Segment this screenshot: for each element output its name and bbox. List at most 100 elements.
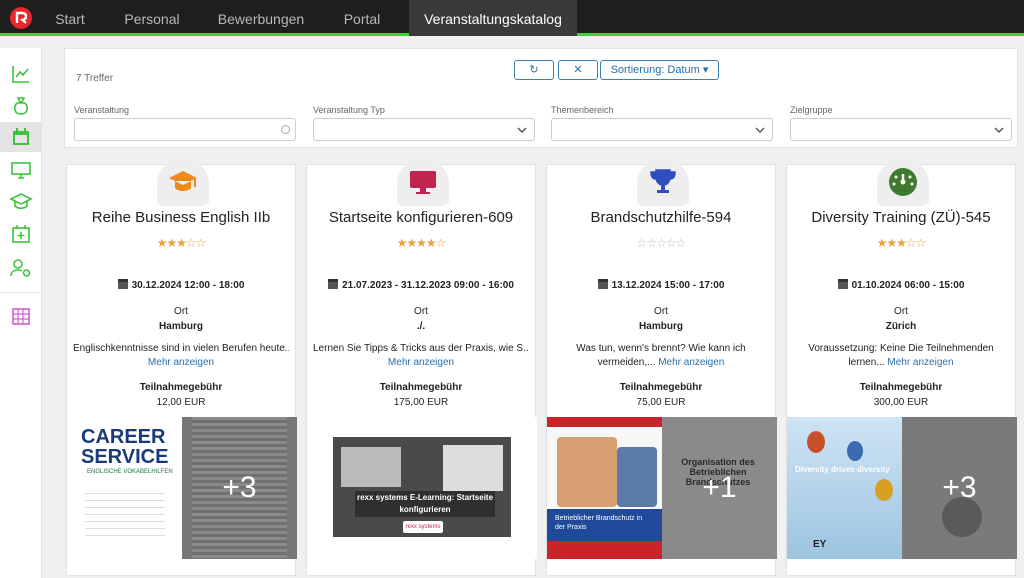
event-description: Lernen Sie Tipps & Tricks aus der Praxis…: [313, 342, 529, 370]
location-value: Hamburg: [639, 321, 683, 332]
rating-stars: ☆☆☆☆☆: [636, 236, 687, 250]
monitor-icon[interactable]: [9, 158, 33, 182]
clear-filter-button[interactable]: ✕: [558, 60, 598, 80]
event-card[interactable]: Diversity Training (ZÜ)-545 ★★★☆☆ 01.10.…: [786, 158, 1017, 576]
refresh-button[interactable]: ↻: [514, 60, 554, 80]
chevron-down-icon: [517, 127, 527, 134]
category-badge: [637, 158, 689, 206]
event-card[interactable]: Reihe Business English IIb ★★★☆☆ 30.12.2…: [66, 158, 297, 576]
media-more-thumbnail[interactable]: Organisation des Betrieblichen Brandschu…: [662, 417, 777, 559]
graduation-cap-icon[interactable]: [9, 190, 33, 214]
category-badge: [397, 158, 449, 206]
description-text: Lernen Sie Tipps & Tricks aus der Praxis…: [313, 343, 529, 354]
veranstaltung-typ-select[interactable]: [313, 118, 535, 141]
event-description: Voraussetzung: Keine Die Teilnehmenden l…: [793, 342, 1009, 370]
chevron-down-icon: [994, 127, 1004, 134]
event-title[interactable]: Diversity Training (ZÜ)-545: [787, 209, 1015, 226]
laptop-image: [341, 447, 401, 487]
users-gear-icon[interactable]: [9, 256, 33, 280]
photo-person: [617, 447, 657, 507]
media-thumbnail[interactable]: CAREER SERVICE ENGLISCHE VOKABELHILFEN: [67, 417, 182, 559]
event-media-gallery[interactable]: rexx systems E-Learning: Startseite konf…: [307, 417, 537, 559]
event-date: 13.12.2024 15:00 - 17:00: [547, 279, 775, 291]
calendar-icon[interactable]: [0, 122, 42, 152]
filter-label-typ: Veranstaltung Typ: [313, 105, 385, 115]
event-date-text: 30.12.2024 12:00 - 18:00: [131, 280, 245, 291]
location-label: Ort: [414, 306, 428, 317]
zielgruppe-select[interactable]: [790, 118, 1012, 141]
location-label: Ort: [894, 306, 908, 317]
sort-label: Sortierung: Datum: [610, 64, 700, 76]
more-images-count: +1: [702, 471, 737, 504]
themenbereich-select[interactable]: [551, 118, 773, 141]
show-more-link[interactable]: Mehr anzeigen: [887, 357, 953, 368]
fee-label: Teilnahmegebühr: [619, 382, 703, 393]
more-images-count: +3: [942, 471, 977, 504]
image-title: rexx systems E-Learning: Startseite konf…: [355, 491, 495, 517]
photo-person: [557, 437, 617, 507]
image-title: Diversity drives diversity: [795, 465, 890, 474]
tab-personal[interactable]: Personal: [110, 0, 194, 36]
media-thumbnail[interactable]: Diversity drives diversity EY: [787, 417, 902, 559]
balloon-image: [847, 441, 863, 461]
fee-label: Teilnahmegebühr: [379, 382, 463, 393]
calendar-icon: [837, 279, 848, 289]
gauge-icon: [889, 168, 917, 196]
show-more-link[interactable]: Mehr anzeigen: [148, 357, 214, 368]
event-title[interactable]: Brandschutzhilfe-594: [547, 209, 775, 226]
event-date-text: 01.10.2024 06:00 - 15:00: [851, 280, 965, 291]
chart-line-icon[interactable]: [9, 62, 33, 86]
tab-portal[interactable]: Portal: [328, 0, 396, 36]
event-description: Was tun, wenn's brennt? Wie kann ich ver…: [553, 342, 769, 370]
refresh-icon: ↻: [529, 64, 539, 76]
show-more-link[interactable]: Mehr anzeigen: [658, 357, 724, 368]
filter-panel: 7 Treffer ↻ ✕ Sortierung: Datum ▾ Verans…: [64, 48, 1018, 148]
event-media-gallery[interactable]: CAREER SERVICE ENGLISCHE VOKABELHILFEN +…: [67, 417, 297, 559]
tab-start[interactable]: Start: [40, 0, 100, 36]
money-bag-icon[interactable]: [9, 94, 33, 118]
event-title[interactable]: Startseite konfigurieren-609: [307, 209, 535, 226]
rating-stars: ★★★☆☆: [156, 236, 207, 250]
event-media-gallery[interactable]: Betrieblicher Brandschutz in der Praxis …: [547, 417, 777, 559]
rating-stars: ★★★★☆: [396, 236, 447, 250]
media-more-thumbnail[interactable]: +3: [902, 417, 1017, 559]
document-lines: [85, 487, 165, 537]
sort-dropdown[interactable]: Sortierung: Datum ▾: [600, 60, 719, 80]
sidebar-divider: [0, 292, 42, 293]
graduation-cap-icon: [169, 171, 197, 191]
event-media-gallery[interactable]: Diversity drives diversity EY +3: [787, 417, 1017, 559]
trophy-icon: [650, 169, 676, 193]
monitor-image: [443, 445, 503, 491]
tab-veranstaltungskatalog[interactable]: Veranstaltungskatalog: [409, 0, 577, 36]
calendar-icon: [328, 279, 339, 289]
show-more-link[interactable]: Mehr anzeigen: [388, 357, 454, 368]
event-title[interactable]: Reihe Business English IIb: [67, 209, 295, 226]
fee-value: 75,00 EUR: [636, 397, 686, 408]
calendar-grid-icon[interactable]: [9, 304, 33, 328]
app-logo-icon[interactable]: [10, 7, 32, 29]
search-icon: [281, 125, 290, 134]
sidebar: [0, 48, 42, 578]
event-card[interactable]: Startseite konfigurieren-609 ★★★★☆ 21.07…: [306, 158, 537, 576]
event-date-text: 21.07.2023 - 31.12.2023 09:00 - 16:00: [342, 280, 514, 291]
fee-value: 12,00 EUR: [156, 397, 206, 408]
location-label: Ort: [174, 306, 188, 317]
monitor-icon: [410, 171, 436, 194]
footer-band: [547, 541, 662, 559]
event-date: 30.12.2024 12:00 - 18:00: [67, 279, 295, 291]
calendar-plus-icon[interactable]: [9, 222, 33, 246]
chevron-down-icon: [755, 127, 765, 134]
calendar-icon: [117, 279, 128, 289]
event-card[interactable]: Brandschutzhilfe-594 ☆☆☆☆☆ 13.12.2024 15…: [546, 158, 777, 576]
media-more-thumbnail[interactable]: +3: [182, 417, 297, 559]
image-title: Betrieblicher Brandschutz in der Praxis: [547, 509, 662, 541]
location-value: ./.: [416, 321, 426, 332]
veranstaltung-search-input[interactable]: [74, 118, 296, 141]
ey-logo: EY: [813, 539, 827, 550]
media-thumbnail[interactable]: Betrieblicher Brandschutz in der Praxis: [547, 417, 662, 559]
fee-value: 175,00 EUR: [393, 397, 449, 408]
balloon-image: [875, 479, 893, 501]
tab-bewerbungen[interactable]: Bewerbungen: [204, 0, 318, 36]
media-thumbnail[interactable]: rexx systems E-Learning: Startseite konf…: [333, 437, 511, 537]
rating-stars: ★★★☆☆: [876, 236, 927, 250]
